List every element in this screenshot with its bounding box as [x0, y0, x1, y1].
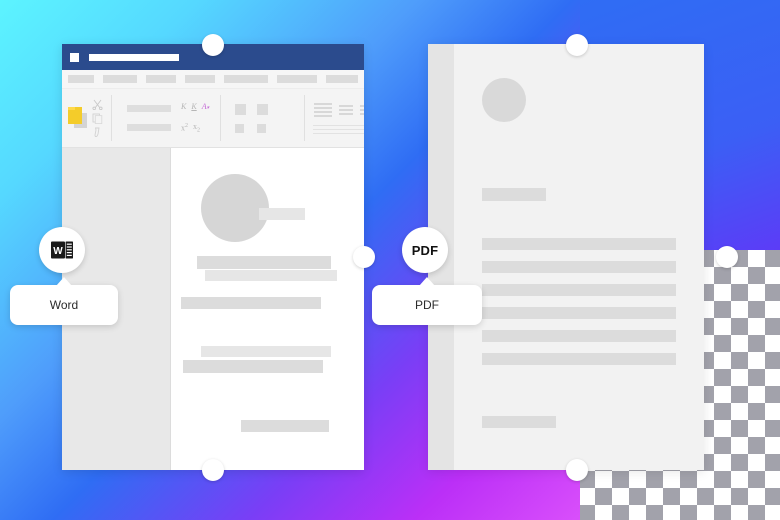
ribbon-group-paragraph[interactable]: [307, 89, 364, 147]
styles-gallery-icon[interactable]: [360, 104, 364, 115]
word-badge-pointer: [56, 277, 72, 286]
scissors-icon[interactable]: [92, 99, 103, 110]
word-logo-glyph: W: [51, 241, 73, 259]
menu-tab-7[interactable]: [326, 75, 358, 83]
handle-pdf-top[interactable]: [566, 34, 588, 56]
menu-tab-1[interactable]: [68, 75, 94, 83]
doc-block-2: [197, 256, 331, 269]
word-application-window[interactable]: K K A▾ x2 x2: [62, 44, 364, 470]
pdf-block-6: [482, 330, 676, 342]
style-swatch-1[interactable]: [235, 103, 247, 115]
pdf-block-5: [482, 307, 676, 319]
bulleted-list-icon[interactable]: [339, 104, 354, 115]
word-document-canvas[interactable]: [171, 148, 364, 470]
pdf-badge-label: PDF: [415, 298, 439, 312]
pdf-block-8: [482, 416, 556, 428]
canvas-stage: K K A▾ x2 x2 Word W PDF PDF: [0, 0, 780, 520]
word-badge-label-box[interactable]: Word: [10, 285, 118, 325]
pdf-block-4: [482, 284, 676, 296]
handle-word-right[interactable]: [353, 246, 375, 268]
superscript-icon[interactable]: x2: [181, 123, 188, 133]
ribbon-group-font[interactable]: K K A▾ x2 x2: [114, 89, 218, 147]
doc-block-7: [241, 420, 329, 432]
font-name-field[interactable]: [127, 105, 171, 112]
copy-icon[interactable]: [92, 113, 103, 124]
pdf-badge-label-box[interactable]: PDF: [372, 285, 482, 325]
svg-text:W: W: [53, 246, 63, 257]
italic-icon[interactable]: K: [181, 102, 186, 111]
pdf-block-7: [482, 353, 676, 365]
italic-underline-icon[interactable]: K: [191, 102, 196, 111]
ribbon-divider-3: [304, 95, 306, 141]
microsoft-word-icon[interactable]: W: [39, 227, 85, 273]
word-ribbon-toolbar[interactable]: K K A▾ x2 x2: [62, 89, 364, 148]
pdf-block-3: [482, 261, 676, 273]
word-badge-label: Word: [49, 298, 79, 312]
word-title-placeholder: [89, 53, 179, 61]
menu-tab-3[interactable]: [146, 75, 176, 83]
doc-block-5: [201, 346, 331, 357]
style-swatch-5[interactable]: [257, 123, 267, 133]
menu-tab-6[interactable]: [277, 75, 317, 83]
paragraph-spacing-lines: [313, 124, 364, 134]
pdf-badge-pointer: [419, 277, 435, 286]
menu-tab-2[interactable]: [103, 75, 137, 83]
style-swatch-4[interactable]: [235, 123, 245, 133]
doc-block-4: [181, 297, 321, 309]
handle-word-bottom[interactable]: [202, 459, 224, 481]
ribbon-divider-2: [220, 95, 222, 141]
handle-pdf-right[interactable]: [716, 246, 738, 268]
ribbon-group-styles-swatches[interactable]: [223, 89, 302, 147]
format-painter-icon[interactable]: [92, 127, 103, 138]
text-highlight-color-icon[interactable]: A▾: [202, 102, 209, 111]
doc-block-1: [259, 208, 305, 220]
handle-word-top[interactable]: [202, 34, 224, 56]
pdf-block-2: [482, 238, 676, 250]
clipboard-paste-icon[interactable]: [68, 107, 88, 129]
doc-block-6: [183, 360, 323, 373]
paragraph-align-icon[interactable]: [314, 102, 333, 117]
pdf-document-preview[interactable]: [428, 44, 704, 470]
pdf-icon-text: PDF: [411, 242, 439, 258]
word-menu-tabs[interactable]: [62, 70, 364, 89]
pdf-page-content: [454, 44, 704, 470]
document-avatar-circle: [482, 78, 526, 122]
menu-tab-5[interactable]: [224, 75, 268, 83]
ribbon-divider-1: [111, 95, 112, 141]
ribbon-group-clipboard[interactable]: [62, 89, 109, 147]
menu-tab-4[interactable]: [185, 75, 215, 83]
doc-block-3: [205, 270, 337, 281]
subscript-icon[interactable]: x2: [193, 122, 200, 134]
word-app-icon: [70, 52, 79, 62]
style-swatch-2[interactable]: [257, 103, 269, 115]
pdf-icon[interactable]: PDF: [402, 227, 448, 273]
handle-pdf-bottom[interactable]: [566, 459, 588, 481]
font-size-field[interactable]: [127, 124, 171, 131]
pdf-block-1: [482, 188, 546, 201]
